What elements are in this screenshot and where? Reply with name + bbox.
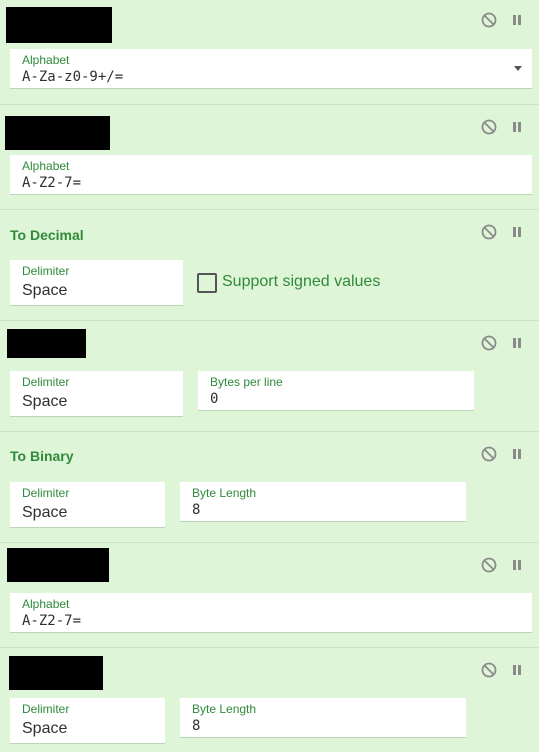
field-value: Space [22,720,68,737]
pause-icon[interactable] [508,556,526,574]
disable-icon[interactable] [480,11,498,29]
pause-icon[interactable] [508,11,526,29]
delimiter-select[interactable]: Delimiter Space [10,260,183,306]
chevron-down-icon[interactable] [514,66,522,71]
field-value: Space [22,282,68,299]
field-label: Delimiter [22,702,70,716]
signed-values-checkbox[interactable] [197,273,217,293]
redacted-title [6,7,112,43]
recipe-operation: To Decimal Delimiter Space Support signe… [0,210,539,321]
disable-icon[interactable] [480,223,498,241]
pause-icon[interactable] [508,334,526,352]
recipe-operation: Alphabet A-Za-z0-9+/= [0,0,539,105]
field-label: Byte Length [192,486,257,500]
field-label: Bytes per line [210,375,283,389]
field-value: A-Z2-7= [22,175,82,191]
field-value: Space [22,393,68,410]
field-value: 8 [192,502,201,518]
disable-icon[interactable] [480,661,498,679]
recipe-operation: Delimiter Space Bytes per line 0 [0,321,539,432]
disable-icon[interactable] [480,118,498,136]
alphabet-input[interactable]: Alphabet A-Z2-7= [10,155,532,195]
recipe-operation: Alphabet A-Z2-7= [0,543,539,648]
disable-icon[interactable] [480,556,498,574]
alphabet-input[interactable]: Alphabet A-Z2-7= [10,593,532,633]
recipe-operation: Delimiter Space Byte Length 8 [0,648,539,752]
operation-title: To Binary [10,448,74,464]
field-label: Alphabet [22,159,70,173]
delimiter-select[interactable]: Delimiter Space [10,698,165,744]
disable-icon[interactable] [480,334,498,352]
byte-length-input[interactable]: Byte Length 8 [180,482,466,522]
byte-length-input[interactable]: Byte Length 8 [180,698,466,738]
recipe-operation: To Binary Delimiter Space Byte Length 8 [0,432,539,543]
pause-icon[interactable] [508,661,526,679]
field-label: Byte Length [192,702,257,716]
field-value: A-Za-z0-9+/= [22,69,124,85]
checkbox-label: Support signed values [222,273,381,290]
field-label: Delimiter [22,264,70,278]
field-label: Alphabet [22,597,70,611]
field-label: Delimiter [22,375,70,389]
bytes-per-line-input[interactable]: Bytes per line 0 [198,371,474,411]
pause-icon[interactable] [508,118,526,136]
delimiter-select[interactable]: Delimiter Space [10,482,165,528]
pause-icon[interactable] [508,445,526,463]
field-label: Delimiter [22,486,70,500]
recipe-operation: Alphabet A-Z2-7= [0,105,539,210]
field-value: A-Z2-7= [22,613,82,629]
field-label: Alphabet [22,53,70,67]
field-value: 0 [210,391,219,407]
pause-icon[interactable] [508,223,526,241]
alphabet-select[interactable]: Alphabet A-Za-z0-9+/= [10,49,532,89]
disable-icon[interactable] [480,445,498,463]
field-value: Space [22,504,68,521]
redacted-title [5,116,110,150]
redacted-title [7,329,86,358]
delimiter-select[interactable]: Delimiter Space [10,371,183,417]
field-value: 8 [192,718,201,734]
redacted-title [9,656,103,690]
operation-title: To Decimal [10,227,84,243]
redacted-title [7,548,109,582]
